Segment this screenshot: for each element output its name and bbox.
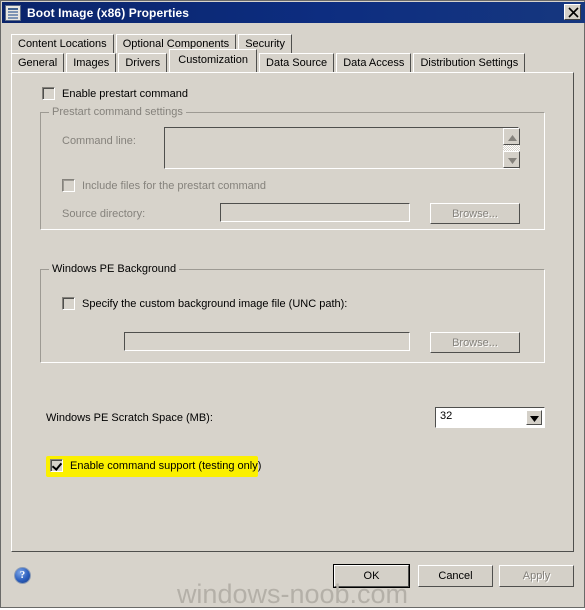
scroll-down-icon[interactable] [503,151,520,168]
tab-images[interactable]: Images [66,53,117,72]
tab-row-bottom: General Images Drivers Customization Dat… [11,49,526,73]
command-line-scrollbar[interactable] [503,128,520,168]
command-line-label: Command line: [62,135,136,147]
tab-distribution-settings[interactable]: Distribution Settings [413,53,526,72]
tab-drivers[interactable]: Drivers [118,53,168,72]
include-files-row[interactable]: Include files for the prestart command [62,179,266,192]
enable-prestart-command-label: Enable prestart command [62,87,188,100]
close-icon[interactable] [564,4,581,20]
enable-command-support-checkbox[interactable] [50,459,63,472]
triangle-up-glyph [508,135,517,141]
chevron-down-icon[interactable] [526,410,542,425]
enable-command-support-label: Enable command support (testing only) [70,459,262,472]
properties-document-icon [5,4,21,21]
specify-custom-background-label: Specify the custom background image file… [82,297,348,310]
tab-general[interactable]: General [11,53,65,72]
background-image-path-input[interactable] [124,332,410,351]
properties-dialog-window: Boot Image (x86) Properties Content Loca… [0,0,585,609]
tab-data-access[interactable]: Data Access [336,53,412,72]
include-files-label: Include files for the prestart command [82,179,267,192]
triangle-down-glyph [508,158,517,164]
source-directory-input[interactable] [220,203,410,222]
enable-command-support-row[interactable]: Enable command support (testing only) [50,459,261,472]
tab-content-locations[interactable]: Content Locations [11,34,114,53]
source-directory-label: Source directory: [62,208,146,220]
prestart-command-settings-label: Prestart command settings [49,106,186,118]
title-bar[interactable]: Boot Image (x86) Properties [2,2,585,23]
specify-custom-background-row[interactable]: Specify the custom background image file… [62,297,347,310]
windows-pe-background-label: Windows PE Background [49,263,180,275]
tab-customization[interactable]: Customization [169,49,257,72]
specify-custom-background-checkbox[interactable] [62,297,75,310]
source-directory-browse-button[interactable]: Browse... [430,203,520,224]
scratch-space-value: 32 [440,410,453,422]
watermark-text: windows-noob.com [176,579,409,609]
scratch-space-dropdown[interactable]: 32 [435,407,545,428]
customization-tab-panel: Enable prestart command Prestart command… [11,72,574,552]
close-x-glyph [568,7,579,18]
scroll-up-icon[interactable] [503,128,520,145]
include-files-checkbox[interactable] [62,179,75,192]
enable-prestart-command-row[interactable]: Enable prestart command [42,87,188,100]
command-line-input[interactable] [164,127,519,169]
background-image-browse-button[interactable]: Browse... [430,332,520,353]
window-title: Boot Image (x86) Properties [27,5,190,20]
enable-prestart-command-checkbox[interactable] [42,87,55,100]
tab-strip: Content Locations Optional Components Se… [11,34,574,74]
triangle-down-glyph [530,416,539,422]
tab-data-source[interactable]: Data Source [259,53,335,72]
scratch-space-label: Windows PE Scratch Space (MB): [46,412,213,424]
